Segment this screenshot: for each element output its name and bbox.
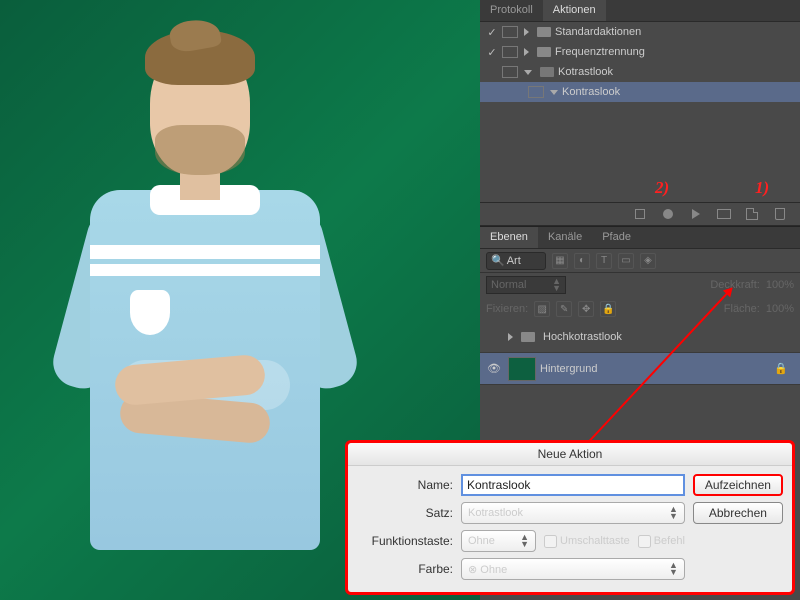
actions-panel-tabs: Protokoll Aktionen [480, 0, 800, 22]
command-checkbox[interactable]: Befehl [638, 535, 685, 548]
function-key-label: Funktionstaste: [358, 534, 453, 548]
action-label: Kotrastlook [558, 66, 613, 78]
record-icon[interactable] [660, 206, 676, 222]
tab-history[interactable]: Protokoll [480, 0, 543, 21]
disclosure-icon[interactable] [524, 48, 529, 56]
set-label: Satz: [358, 506, 453, 520]
lock-transparent-icon[interactable]: ▨ [534, 301, 550, 317]
delete-icon[interactable] [772, 206, 788, 222]
photo-subject [30, 30, 360, 590]
disclosure-icon[interactable] [550, 90, 558, 95]
stop-icon[interactable] [632, 206, 648, 222]
new-action-dialog: Neue Aktion Name: Aufzeichnen Satz: Kotr… [345, 440, 795, 595]
folder-icon [537, 47, 551, 57]
action-set-row[interactable]: Kotrastlook [480, 62, 800, 82]
layer-name: Hochkotrastlook [543, 331, 622, 343]
layers-panel: Ebenen Kanäle Pfade 🔍Art ▦ ◐ T ▭ ◈ Norma… [480, 226, 800, 385]
lock-all-icon[interactable]: 🔒 [600, 301, 616, 317]
set-select[interactable]: Kotrastlook▲▼ [461, 502, 685, 524]
lock-label: Fixieren: [486, 303, 528, 315]
action-set-row[interactable]: ✓ Frequenztrennung [480, 42, 800, 62]
folder-icon [521, 332, 535, 342]
tab-paths[interactable]: Pfade [592, 227, 641, 248]
actions-toolbar [480, 202, 800, 226]
color-label: Farbe: [358, 562, 453, 576]
dialog-toggle-icon[interactable] [502, 26, 518, 38]
new-set-icon[interactable] [716, 206, 732, 222]
lock-paint-icon[interactable]: ✎ [556, 301, 572, 317]
blend-mode-select[interactable]: Normal▲▼ [486, 276, 566, 294]
new-action-icon[interactable] [744, 206, 760, 222]
tab-actions[interactable]: Aktionen [543, 0, 606, 21]
dialog-toggle-icon[interactable] [502, 66, 518, 78]
filter-shape-icon[interactable]: ▭ [618, 253, 634, 269]
layer-name: Hintergrund [540, 363, 597, 375]
dialog-toggle-icon[interactable] [528, 86, 544, 98]
action-label: Frequenztrennung [555, 46, 645, 58]
color-select[interactable]: ⊗ Ohne▲▼ [461, 558, 685, 580]
fill-label: Fläche: [724, 303, 760, 315]
play-icon[interactable] [688, 206, 704, 222]
annotation-one: 1) [755, 178, 769, 198]
function-key-select[interactable]: Ohne▲▼ [461, 530, 536, 552]
name-input[interactable] [461, 474, 685, 496]
disclosure-icon[interactable] [524, 28, 529, 36]
shift-checkbox[interactable]: Umschalttaste [544, 535, 630, 548]
annotation-two: 2) [655, 178, 669, 198]
layer-thumbnail [508, 357, 536, 381]
filter-smart-icon[interactable]: ◈ [640, 253, 656, 269]
actions-list[interactable]: ✓ Standardaktionen ✓ Frequenztrennung Ko… [480, 22, 800, 202]
toggle-check-icon[interactable]: ✓ [484, 46, 500, 59]
record-button[interactable]: Aufzeichnen [693, 474, 783, 496]
dialog-title: Neue Aktion [348, 443, 792, 466]
layer-filter-select[interactable]: 🔍Art [486, 252, 546, 270]
tab-channels[interactable]: Kanäle [538, 227, 592, 248]
toggle-check-icon[interactable]: ✓ [484, 26, 500, 39]
action-row[interactable]: Kontraslook [480, 82, 800, 102]
tab-layers[interactable]: Ebenen [480, 227, 538, 248]
fill-value[interactable]: 100% [766, 303, 794, 315]
disclosure-icon[interactable] [524, 70, 532, 75]
disclosure-icon[interactable] [508, 333, 513, 341]
filter-pixel-icon[interactable]: ▦ [552, 253, 568, 269]
visibility-icon[interactable]: 👁 [484, 362, 504, 375]
lock-icon: 🔒 [774, 362, 788, 375]
folder-icon [540, 67, 554, 77]
action-set-row[interactable]: ✓ Standardaktionen [480, 22, 800, 42]
dialog-toggle-icon[interactable] [502, 46, 518, 58]
filter-type-icon[interactable]: T [596, 253, 612, 269]
action-label: Kontraslook [562, 86, 620, 98]
action-label: Standardaktionen [555, 26, 641, 38]
layer-group-row[interactable]: Hochkotrastlook [480, 321, 800, 353]
layer-row[interactable]: 👁 Hintergrund 🔒 [480, 353, 800, 385]
opacity-value[interactable]: 100% [766, 279, 794, 291]
name-label: Name: [358, 478, 453, 492]
folder-icon [537, 27, 551, 37]
lock-position-icon[interactable]: ✥ [578, 301, 594, 317]
cancel-button[interactable]: Abbrechen [693, 502, 783, 524]
filter-adjust-icon[interactable]: ◐ [574, 253, 590, 269]
